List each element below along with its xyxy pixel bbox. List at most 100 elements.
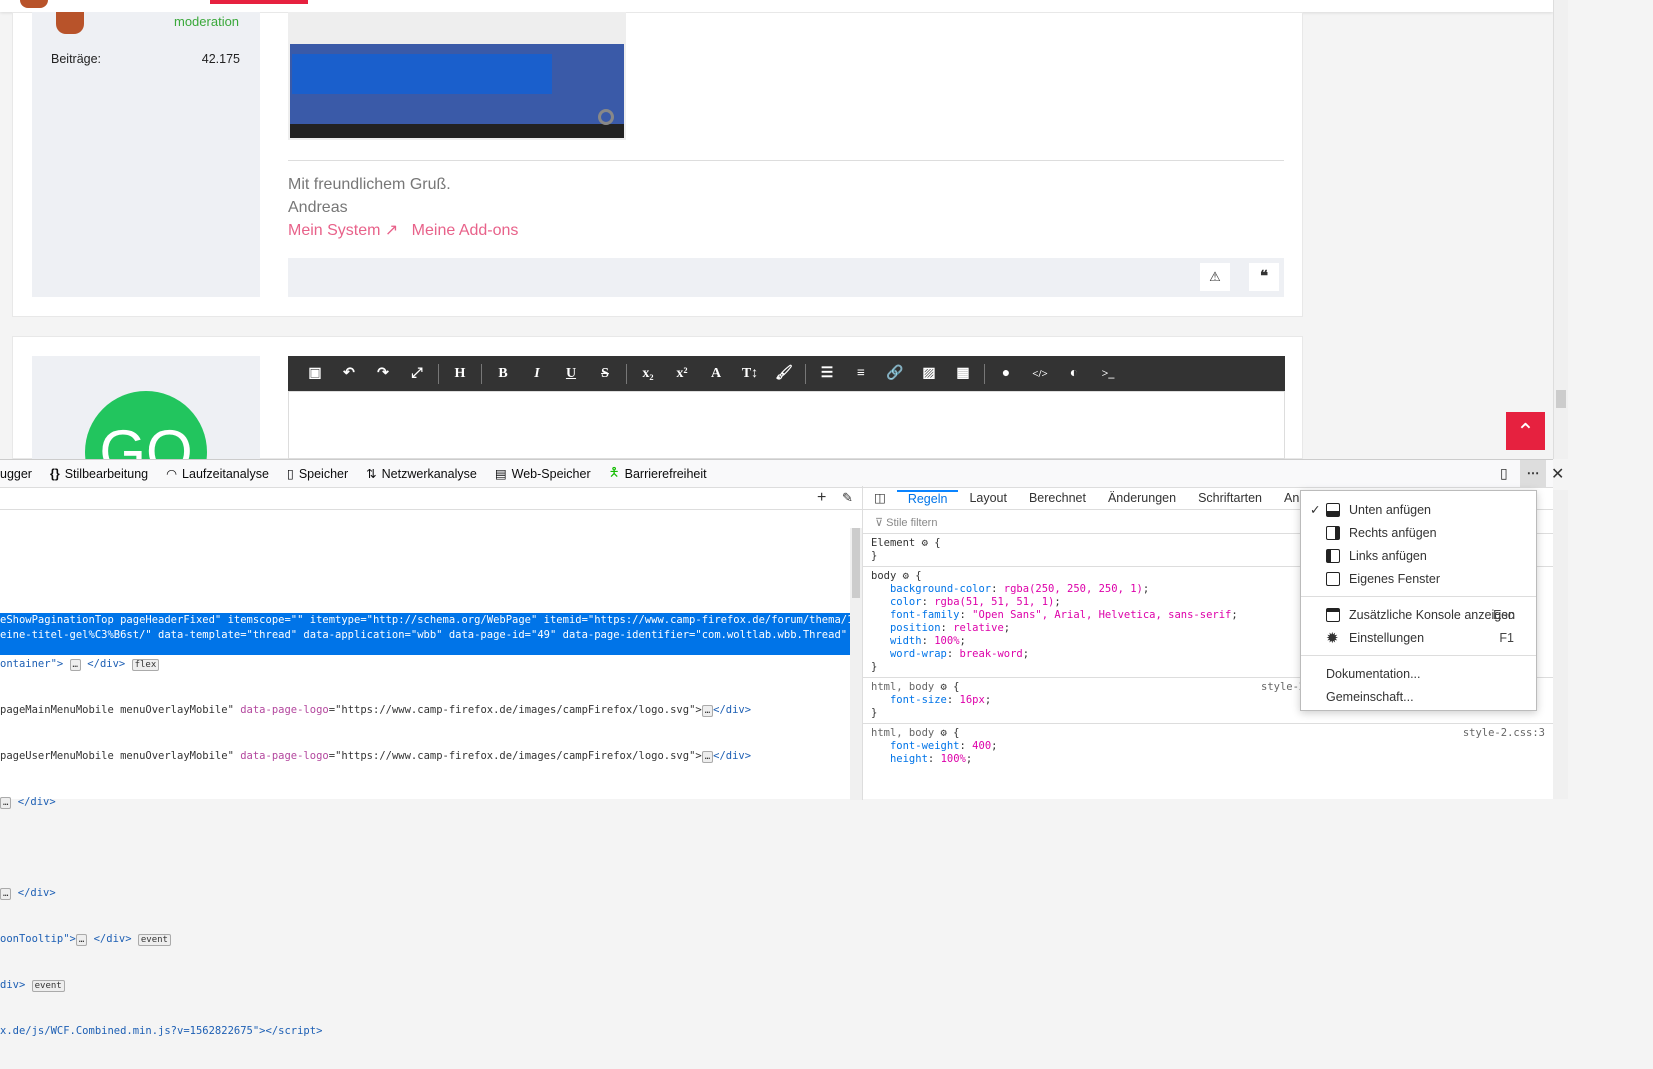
italic-button[interactable]: I <box>520 366 554 382</box>
image-icon[interactable]: ▨ <box>912 365 946 382</box>
quote-bubble-icon[interactable]: ● <box>989 366 1023 382</box>
rule-html-body-2: html, body ⚙ { font-weight: 400; height:… <box>871 727 1545 765</box>
link-icon[interactable]: 🔗 <box>878 365 912 382</box>
devtools-toolbar: ugger {} Stilbearbeitung ◠ Laufzeitanalyse… <box>0 460 1564 488</box>
eyedropper-icon[interactable]: ✎ <box>842 490 853 506</box>
font-size-button[interactable]: T↕ <box>733 366 767 382</box>
spoiler-icon[interactable]: ◐ <box>1057 366 1091 382</box>
font-button[interactable]: A <box>699 366 733 382</box>
source-button[interactable]: ▣ <box>298 365 332 382</box>
tab-rules[interactable]: Regeln <box>896 489 959 506</box>
markup-node[interactable]: ontainer"> … </div> flex <box>0 657 850 673</box>
css-declaration[interactable]: width: 100%; <box>871 635 966 647</box>
superscript-button[interactable]: x² <box>665 366 699 382</box>
tab-layout[interactable]: Layout <box>958 491 1018 505</box>
table-icon[interactable]: ▦ <box>946 365 980 382</box>
link-my-addons[interactable]: Meine Add-ons <box>412 222 519 239</box>
header-accent <box>210 0 308 4</box>
tab-changes[interactable]: Änderungen <box>1097 491 1187 505</box>
report-icon[interactable]: ⚠ <box>1200 263 1230 291</box>
css-declaration[interactable]: color: rgba(51, 51, 51, 1); <box>871 596 1061 608</box>
memory-icon: ▯ <box>286 467 294 481</box>
css-declaration[interactable]: font-family: "Open Sans", Arial, Helveti… <box>871 609 1238 621</box>
responsive-design-icon[interactable]: ▯ <box>1500 465 1508 482</box>
markup-node[interactable]: div> event <box>0 978 850 994</box>
author-avatar[interactable] <box>56 12 84 34</box>
markup-node[interactable]: oonTooltip">… </div> event <box>0 932 850 948</box>
paint-icon[interactable]: 🖌 <box>767 365 801 382</box>
site-logo[interactable] <box>20 0 48 8</box>
terminal-button[interactable]: >_ <box>1091 366 1125 381</box>
add-node-icon[interactable]: + <box>817 489 826 507</box>
menu-dock-left[interactable]: Links anfügen <box>1301 544 1536 567</box>
braces-icon: {} <box>49 466 60 481</box>
markup-node[interactable]: pageMainMenuMobile menuOverlayMobile" da… <box>0 703 850 719</box>
dock-left-icon <box>1326 548 1340 563</box>
gauge-icon: ◠ <box>166 467 178 481</box>
undo-button[interactable]: ↶ <box>332 365 366 382</box>
menu-dock-bottom[interactable]: ✓ Unten anfügen <box>1301 498 1536 521</box>
tab-debugger[interactable]: ugger <box>0 467 32 481</box>
markup-node[interactable]: pageUserMenuMobile menuOverlayMobile" da… <box>0 749 850 765</box>
site-header <box>0 0 1553 12</box>
menu-community[interactable]: Gemeinschaft... <box>1301 685 1536 708</box>
markup-node[interactable]: x.de/js/WCF.Combined.min.js?v=1562822675… <box>0 1024 850 1039</box>
stat-value: 42.175 <box>201 52 240 66</box>
fullscreen-button[interactable]: ⤢ <box>400 366 434 382</box>
post-screenshot-image[interactable] <box>288 12 626 140</box>
menu-separate-window[interactable]: Eigenes Fenster <box>1301 567 1536 590</box>
stylesheet-link[interactable]: style-2 <box>1261 681 1305 694</box>
menu-settings[interactable]: ✹ Einstellungen F1 <box>1301 626 1536 649</box>
link-my-system[interactable]: Mein System <box>288 222 380 239</box>
tab-style-editor[interactable]: {} Stilbearbeitung <box>50 467 148 481</box>
list-button[interactable]: ☰ <box>810 365 844 382</box>
close-devtools-icon[interactable]: ✕ <box>1551 464 1564 484</box>
rules-scrollbar[interactable] <box>1553 490 1568 799</box>
markup-node[interactable]: … </div> <box>0 886 850 902</box>
tab-performance[interactable]: ◠ Laufzeitanalyse <box>166 466 269 482</box>
zoom-icon <box>598 109 614 125</box>
underline-button[interactable]: U <box>554 366 588 382</box>
align-button[interactable]: ≡ <box>844 366 878 382</box>
menu-dock-right[interactable]: Rechts anfügen <box>1301 521 1536 544</box>
heading-button[interactable]: H <box>443 366 477 382</box>
subscript-button[interactable]: x₂ <box>631 366 665 382</box>
signature-greeting: Mit freundlichem Gruß. <box>288 176 451 193</box>
toggle-sidebar-icon[interactable]: ◫ <box>863 490 897 505</box>
markup-tree: eShowPaginationTop pageHeaderFixed" item… <box>0 582 929 655</box>
menu-split-console[interactable]: Zusätzliche Konsole anzeigen Esc <box>1301 603 1536 626</box>
page-scrollbar[interactable] <box>1553 0 1568 459</box>
markup-scrollbar[interactable] <box>850 528 862 800</box>
console-icon <box>1326 607 1340 622</box>
inspector-toolbar: + ✎ <box>0 488 862 510</box>
redo-button[interactable]: ↷ <box>366 365 400 382</box>
tab-storage[interactable]: ▤ Web-Speicher <box>494 466 591 482</box>
tab-accessibility[interactable]: 🯅 Barrierefreiheit <box>609 463 707 484</box>
devtools-options-menu: ✓ Unten anfügen Rechts anfügen Links anfü… <box>1300 490 1537 711</box>
post-footer: ⚠ ❝ <box>288 258 1284 297</box>
strikethrough-button[interactable]: S <box>588 366 622 382</box>
tab-computed[interactable]: Berechnet <box>1018 491 1097 505</box>
code-icon[interactable]: </> <box>1023 368 1057 380</box>
dock-bottom-icon <box>1326 502 1340 517</box>
markup-node[interactable]: … </div> <box>0 795 850 811</box>
css-declaration[interactable]: position: relative; <box>871 622 1010 634</box>
scroll-top-button[interactable]: ⌃ <box>1506 412 1545 450</box>
bold-button[interactable]: B <box>486 366 520 382</box>
avatar: GO <box>85 391 207 459</box>
post-author-sidebar: moderation Beiträge: 42.175 <box>32 12 260 297</box>
stylesheet-link[interactable]: style-2.css:3 <box>1463 727 1545 740</box>
tab-network[interactable]: ⇅ Netzwerkanalyse <box>366 466 477 482</box>
external-link-icon: ↗ <box>384 222 399 239</box>
storage-icon: ▤ <box>494 467 507 481</box>
menu-documentation[interactable]: Dokumentation... <box>1301 662 1536 685</box>
css-declaration[interactable]: word-wrap: break-word; <box>871 648 1029 660</box>
signature: Mit freundlichem Gruß. Andreas Mein Syst… <box>288 173 518 242</box>
tab-fonts[interactable]: Schriftarten <box>1187 491 1273 505</box>
quote-icon[interactable]: ❝ <box>1249 263 1279 291</box>
more-options-button[interactable]: ⋯ <box>1520 460 1546 488</box>
signature-divider <box>288 160 1284 161</box>
editor-textarea[interactable] <box>288 391 1285 459</box>
css-declaration[interactable]: background-color: rgba(250, 250, 250, 1)… <box>871 583 1149 595</box>
tab-memory[interactable]: ▯ Speicher <box>286 466 348 482</box>
